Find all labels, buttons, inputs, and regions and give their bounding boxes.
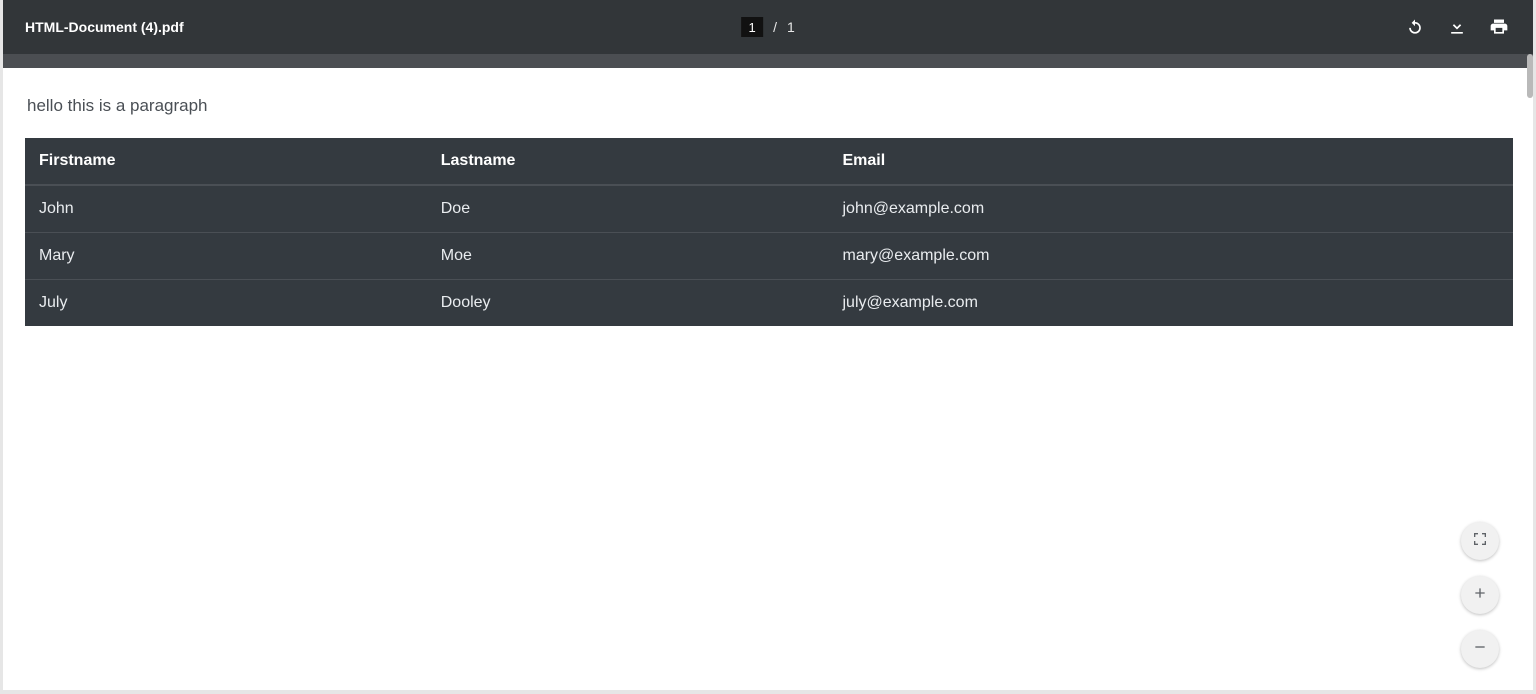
page-separator: /: [773, 19, 777, 35]
cell-firstname: John: [25, 185, 427, 233]
intro-paragraph: hello this is a paragraph: [27, 96, 1513, 116]
document-title: HTML-Document (4).pdf: [25, 19, 184, 35]
rotate-icon[interactable]: [1405, 17, 1425, 37]
zoom-in-button[interactable]: [1461, 576, 1499, 614]
table-row: Mary Moe mary@example.com: [25, 233, 1513, 280]
cell-lastname: Moe: [427, 233, 829, 280]
cell-lastname: Doe: [427, 185, 829, 233]
cell-firstname: Mary: [25, 233, 427, 280]
page-current-input[interactable]: 1: [741, 17, 763, 37]
table-header-row: Firstname Lastname Email: [25, 138, 1513, 185]
vertical-scrollbar[interactable]: [1527, 54, 1533, 98]
page-indicator: 1 / 1: [741, 17, 795, 37]
print-icon[interactable]: [1489, 17, 1509, 37]
cell-email: john@example.com: [829, 185, 1514, 233]
toolbar-shadow-strip: [3, 54, 1533, 68]
col-firstname: Firstname: [25, 138, 427, 185]
cell-lastname: Dooley: [427, 280, 829, 327]
fit-icon: [1472, 531, 1488, 552]
people-table: Firstname Lastname Email John Doe john@e…: [25, 138, 1513, 326]
table-row: John Doe john@example.com: [25, 185, 1513, 233]
col-email: Email: [829, 138, 1514, 185]
cell-email: mary@example.com: [829, 233, 1514, 280]
pdf-viewer: HTML-Document (4).pdf 1 / 1 hello this i…: [3, 0, 1533, 690]
viewer-toolbar: HTML-Document (4).pdf 1 / 1: [3, 0, 1533, 54]
page-total: 1: [787, 19, 795, 35]
col-lastname: Lastname: [427, 138, 829, 185]
download-icon[interactable]: [1447, 17, 1467, 37]
plus-icon: [1472, 585, 1488, 606]
zoom-out-button[interactable]: [1461, 630, 1499, 668]
fit-to-page-button[interactable]: [1461, 522, 1499, 560]
cell-firstname: July: [25, 280, 427, 327]
floating-controls: [1461, 522, 1499, 668]
table-row: July Dooley july@example.com: [25, 280, 1513, 327]
minus-icon: [1472, 639, 1488, 660]
toolbar-actions: [1405, 17, 1509, 37]
pdf-page: hello this is a paragraph Firstname Last…: [7, 68, 1529, 690]
cell-email: july@example.com: [829, 280, 1514, 327]
